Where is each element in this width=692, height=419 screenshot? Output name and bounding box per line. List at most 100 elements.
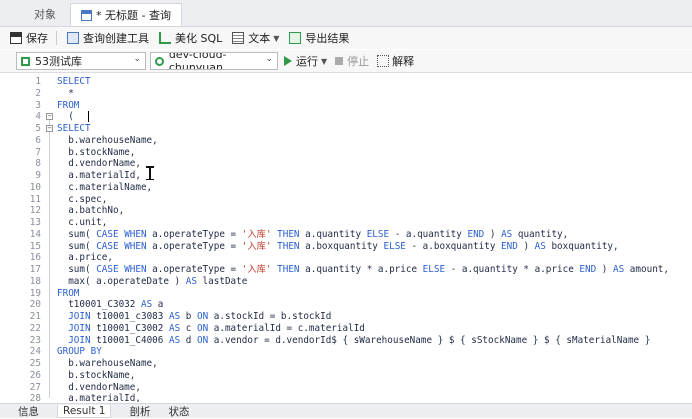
line-number: 9 xyxy=(35,170,41,181)
line-number: 4 xyxy=(35,111,41,123)
query-table-icon xyxy=(81,9,92,21)
line-number: 16 xyxy=(29,252,41,264)
toolbar-divider xyxy=(56,31,57,45)
chevron-down-icon: ▼ xyxy=(273,33,280,43)
beautify-icon xyxy=(159,32,171,44)
code-text: a.materialId, xyxy=(57,393,141,402)
code-text: max( a.operateDate ) AS lastDate xyxy=(57,275,248,287)
code-text: t10001_C3032 AS a xyxy=(57,299,164,311)
sql-editor[interactable]: 1 SELECT 2 * 3 FROM 4 (−5 SELECT −6 b.warehouse… xyxy=(0,74,692,402)
line-number: 14 xyxy=(29,228,41,240)
line-number: 23 xyxy=(29,334,41,346)
line-number: 8 xyxy=(35,158,41,170)
code-text: sum( CASE WHEN a.operateType = '入库' THEN… xyxy=(57,240,619,252)
code-text: GROUP BY xyxy=(57,346,102,358)
fold-guide xyxy=(49,118,50,398)
tab-objects-label: 对象 xyxy=(34,8,56,21)
code-text: b.stockName, xyxy=(57,146,136,158)
query-builder-icon xyxy=(67,32,79,44)
code-text: c.spec, xyxy=(57,193,108,205)
code-text: JOIN t10001_C4006 AS d ON a.vendor = d.v… xyxy=(68,334,651,346)
code-text: b.warehouseName, xyxy=(57,134,158,146)
line-number: 22 xyxy=(29,322,41,334)
beautify-sql-button[interactable]: 美化 SQL xyxy=(159,30,222,46)
connection-value: 53测试库 xyxy=(35,55,82,68)
database-value: dev-cloud-chunyuan xyxy=(168,52,227,70)
code-text: SELECT xyxy=(57,76,91,87)
chevron-down-icon: ▼ xyxy=(321,56,328,66)
fold-toggle-icon[interactable]: − xyxy=(46,125,53,132)
line-number: 20 xyxy=(29,299,41,311)
query-builder-label: 查询创建工具 xyxy=(83,32,149,45)
save-icon xyxy=(10,32,22,44)
save-button[interactable]: 保存 xyxy=(10,30,48,46)
export-results-button[interactable]: 导出结果 xyxy=(289,30,349,46)
text-icon xyxy=(232,32,245,44)
connection-toolbar: 53测试库 ⌄ dev-cloud-chunyuan ⌄ 运行 ▼ 停止 解释 xyxy=(0,50,692,73)
line-number: 1 xyxy=(35,76,41,87)
line-number: 5 xyxy=(35,123,41,134)
line-number: 15 xyxy=(29,240,41,252)
connection-icon xyxy=(21,56,30,66)
line-number: 7 xyxy=(35,146,41,158)
line-number: 10 xyxy=(29,181,41,193)
line-number: 21 xyxy=(29,311,41,322)
line-number: 19 xyxy=(29,287,41,299)
run-label: 运行 xyxy=(296,55,318,68)
line-number: 27 xyxy=(29,381,41,393)
code-text: sum( CASE WHEN a.operateType = '入库' THEN… xyxy=(57,228,569,240)
line-number: 13 xyxy=(29,217,41,228)
code-text: b.stockName, xyxy=(57,369,136,381)
stop-button[interactable]: 停止 xyxy=(335,53,369,69)
code-text: ( xyxy=(57,111,74,123)
play-icon xyxy=(284,56,292,66)
line-number: 11 xyxy=(29,193,41,205)
save-label: 保存 xyxy=(26,32,48,45)
line-number: 12 xyxy=(29,205,41,217)
run-button[interactable]: 运行 ▼ xyxy=(284,53,327,69)
main-toolbar: 保存 查询创建工具 美化 SQL 文本 ▼ 导出结果 xyxy=(0,27,692,49)
tab-result-1[interactable]: Result 1 xyxy=(57,404,112,418)
code-text: a.materialId, xyxy=(57,170,141,181)
database-icon xyxy=(155,56,164,66)
chevron-down-icon: ⌄ xyxy=(265,54,273,64)
connection-select[interactable]: 53测试库 ⌄ xyxy=(16,52,146,70)
code-text: SELECT xyxy=(57,123,91,134)
tab-status[interactable]: 状态 xyxy=(168,404,189,419)
code-text: d.vendorName, xyxy=(57,158,141,170)
code-text: JOIN t10001_c3083 AS b ON a.stockId = b.… xyxy=(68,311,332,322)
code-text: * xyxy=(57,87,74,99)
line-number: 28 xyxy=(29,393,41,402)
database-select[interactable]: dev-cloud-chunyuan ⌄ xyxy=(150,52,278,70)
line-number: 3 xyxy=(35,99,41,111)
line-number: 18 xyxy=(29,275,41,287)
fold-toggle-icon[interactable]: − xyxy=(46,113,53,121)
export-icon xyxy=(289,32,302,44)
code-text: a.batchNo, xyxy=(57,205,125,217)
result-tab-bar: 信息 Result 1 剖析 状态 xyxy=(0,403,692,418)
text-cursor xyxy=(88,111,89,123)
tab-query[interactable]: * 无标题 - 查询 xyxy=(70,3,182,26)
tab-bar: 对象 * 无标题 - 查询 xyxy=(0,0,692,27)
code-text: FROM xyxy=(57,287,80,299)
line-number: 6 xyxy=(35,134,41,146)
code-text: c.unit, xyxy=(57,217,108,228)
code-text: JOIN t10001_C3002 AS c ON a.materialId =… xyxy=(68,322,365,334)
line-number: 17 xyxy=(29,264,41,275)
tab-info[interactable]: 信息 xyxy=(18,404,39,419)
line-number: 25 xyxy=(29,358,41,369)
query-builder-button[interactable]: 查询创建工具 xyxy=(67,30,149,46)
code-text: c.materialName, xyxy=(57,181,153,193)
code-text: d.vendorName, xyxy=(57,381,141,393)
chevron-down-icon: ⌄ xyxy=(133,54,141,64)
explain-button[interactable]: 解释 xyxy=(377,53,414,69)
text-label: 文本 xyxy=(248,32,271,45)
mouse-ibeam-cursor xyxy=(146,166,154,180)
tab-profile[interactable]: 剖析 xyxy=(129,404,150,419)
line-number: 2 xyxy=(35,87,41,99)
text-button[interactable]: 文本 ▼ xyxy=(232,30,279,46)
code-text: b.warehouseName, xyxy=(57,358,158,369)
tab-objects[interactable]: 对象 xyxy=(24,3,66,25)
code-text: sum( CASE WHEN a.operateType = '入库' THEN… xyxy=(57,264,669,275)
stop-icon xyxy=(335,57,344,65)
